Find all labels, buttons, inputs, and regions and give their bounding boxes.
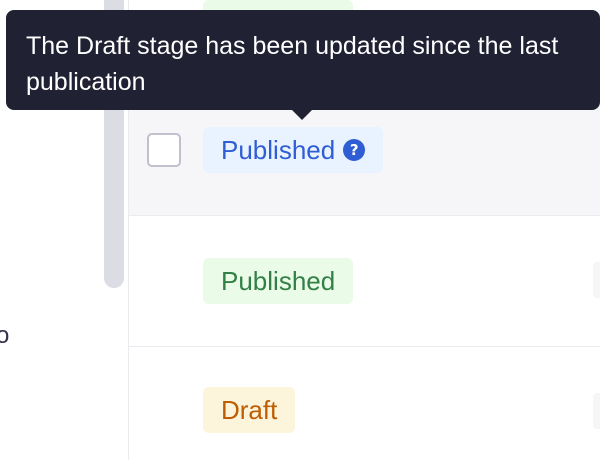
status-tooltip: The Draft stage has been updated since t…	[6, 10, 600, 110]
status-badge-modified[interactable]: Published ?	[203, 127, 384, 173]
row-select-checkbox[interactable]	[147, 133, 181, 167]
next-cell-edge	[593, 132, 600, 168]
next-cell-edge	[593, 393, 600, 429]
table-row[interactable]: Draft	[129, 347, 600, 460]
nav-item-label[interactable]: o	[0, 322, 9, 350]
status-badge: Published	[203, 258, 354, 304]
question-circle-icon[interactable]: ?	[343, 139, 366, 161]
status-badge: Draft	[203, 387, 296, 433]
status-badge-label: Published	[221, 135, 336, 165]
tooltip-text: The Draft stage has been updated since t…	[26, 32, 559, 96]
tooltip-arrow	[292, 110, 312, 120]
table-row[interactable]: Published	[129, 216, 600, 347]
next-cell-edge	[593, 262, 600, 298]
content-manager-list: o Published Published ? Published Draft	[0, 0, 600, 460]
